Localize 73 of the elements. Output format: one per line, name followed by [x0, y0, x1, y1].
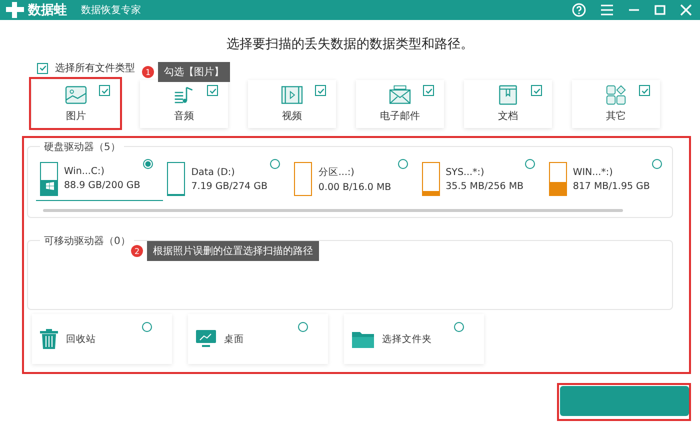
file-type-checkbox[interactable]	[423, 85, 434, 96]
drive-size: 35.5 MB/256 MB	[446, 180, 524, 192]
file-type-label: 其它	[606, 110, 626, 123]
drive-item[interactable]: 分区...:) 0.00 B/16.0 MB	[290, 157, 418, 201]
envelope-icon	[389, 85, 411, 105]
file-type-checkbox[interactable]	[639, 85, 650, 96]
file-type-checkbox[interactable]	[315, 85, 326, 96]
drive-radio[interactable]	[143, 159, 154, 169]
drive-item[interactable]: SYS...*:) 35.5 MB/256 MB	[418, 157, 545, 201]
file-type-checkbox[interactable]	[531, 85, 542, 96]
trash-icon	[40, 329, 58, 349]
horizontal-scrollbar[interactable]	[43, 209, 623, 212]
step-badge: 1	[142, 66, 154, 78]
page-heading: 选择要扫描的丢失数据的数据类型和路径。	[226, 36, 474, 53]
menu-icon[interactable]	[600, 4, 614, 16]
step-tooltip: 根据照片误删的位置选择扫描的路径	[147, 241, 319, 261]
location-radio[interactable]	[298, 322, 308, 332]
maximize-icon[interactable]	[654, 4, 666, 16]
file-type-label: 文档	[498, 110, 518, 123]
file-type-label: 音频	[174, 110, 194, 123]
monitor-icon	[196, 330, 216, 348]
file-type-label: 图片	[66, 110, 86, 123]
location-label: 选择文件夹	[382, 332, 432, 346]
file-type-card[interactable]: 音频	[140, 80, 228, 128]
select-all-label: 选择所有文件类型	[55, 62, 135, 75]
location-card[interactable]: 回收站	[32, 314, 172, 364]
drive-name: SYS...*:)	[446, 166, 486, 178]
location-label: 回收站	[66, 332, 96, 346]
location-label: 桌面	[224, 332, 244, 346]
location-card[interactable]: 选择文件夹	[344, 314, 484, 364]
drive-name: WIN...*:)	[572, 166, 614, 178]
drive-radio[interactable]	[398, 159, 408, 169]
close-icon[interactable]	[680, 4, 692, 16]
drive-size: 817 MB/1.95 GB	[572, 180, 650, 192]
drive-item[interactable]: Data (D:) 7.19 GB/274 GB	[163, 157, 290, 201]
drive-radio[interactable]	[652, 159, 662, 169]
image-icon	[65, 85, 87, 105]
file-type-card[interactable]: 图片	[32, 80, 120, 128]
folder-icon	[352, 330, 374, 348]
drive-size: 88.9 GB/200 GB	[64, 180, 140, 191]
app-subtitle: 数据恢复专家	[81, 4, 141, 17]
file-type-checkbox[interactable]	[207, 85, 218, 96]
drive-radio[interactable]	[524, 159, 535, 169]
select-all-checkbox[interactable]	[37, 62, 48, 74]
location-radio[interactable]	[454, 322, 464, 332]
app-name: 数据蛙	[28, 2, 67, 19]
file-type-card[interactable]: 其它	[572, 80, 660, 128]
group-title: 可移动驱动器（0）	[40, 234, 134, 248]
document-icon	[497, 85, 519, 105]
drive-size: 0.00 B/16.0 MB	[318, 182, 392, 192]
file-type-card[interactable]: 电子邮件	[356, 80, 444, 128]
drive-name: Win...C:)	[64, 166, 106, 177]
film-icon	[281, 85, 303, 105]
location-card[interactable]: 桌面	[188, 314, 328, 364]
drive-item[interactable]: Win...C:) 88.9 GB/200 GB	[36, 157, 164, 201]
step-badge: 2	[131, 245, 143, 257]
file-type-card[interactable]: 文档	[464, 80, 552, 128]
drive-item[interactable]: WIN...*:) 817 MB/1.95 GB	[544, 157, 672, 201]
help-icon[interactable]	[572, 3, 586, 17]
drive-size: 7.19 GB/274 GB	[191, 180, 268, 192]
music-icon	[173, 85, 195, 105]
drive-name: 分区...:)	[318, 166, 356, 178]
drive-radio[interactable]	[270, 159, 280, 169]
grid-shapes-icon	[605, 85, 627, 105]
file-type-card[interactable]: 视频	[248, 80, 336, 128]
group-title: 硬盘驱动器（5）	[40, 140, 124, 154]
location-radio[interactable]	[142, 322, 152, 332]
logo-icon	[6, 2, 24, 18]
file-type-label: 电子邮件	[380, 110, 420, 123]
step-tooltip: 勾选【图片】	[158, 62, 230, 82]
file-type-checkbox[interactable]	[99, 85, 110, 96]
drive-name: Data (D:)	[191, 166, 236, 178]
file-type-label: 视频	[282, 110, 302, 123]
